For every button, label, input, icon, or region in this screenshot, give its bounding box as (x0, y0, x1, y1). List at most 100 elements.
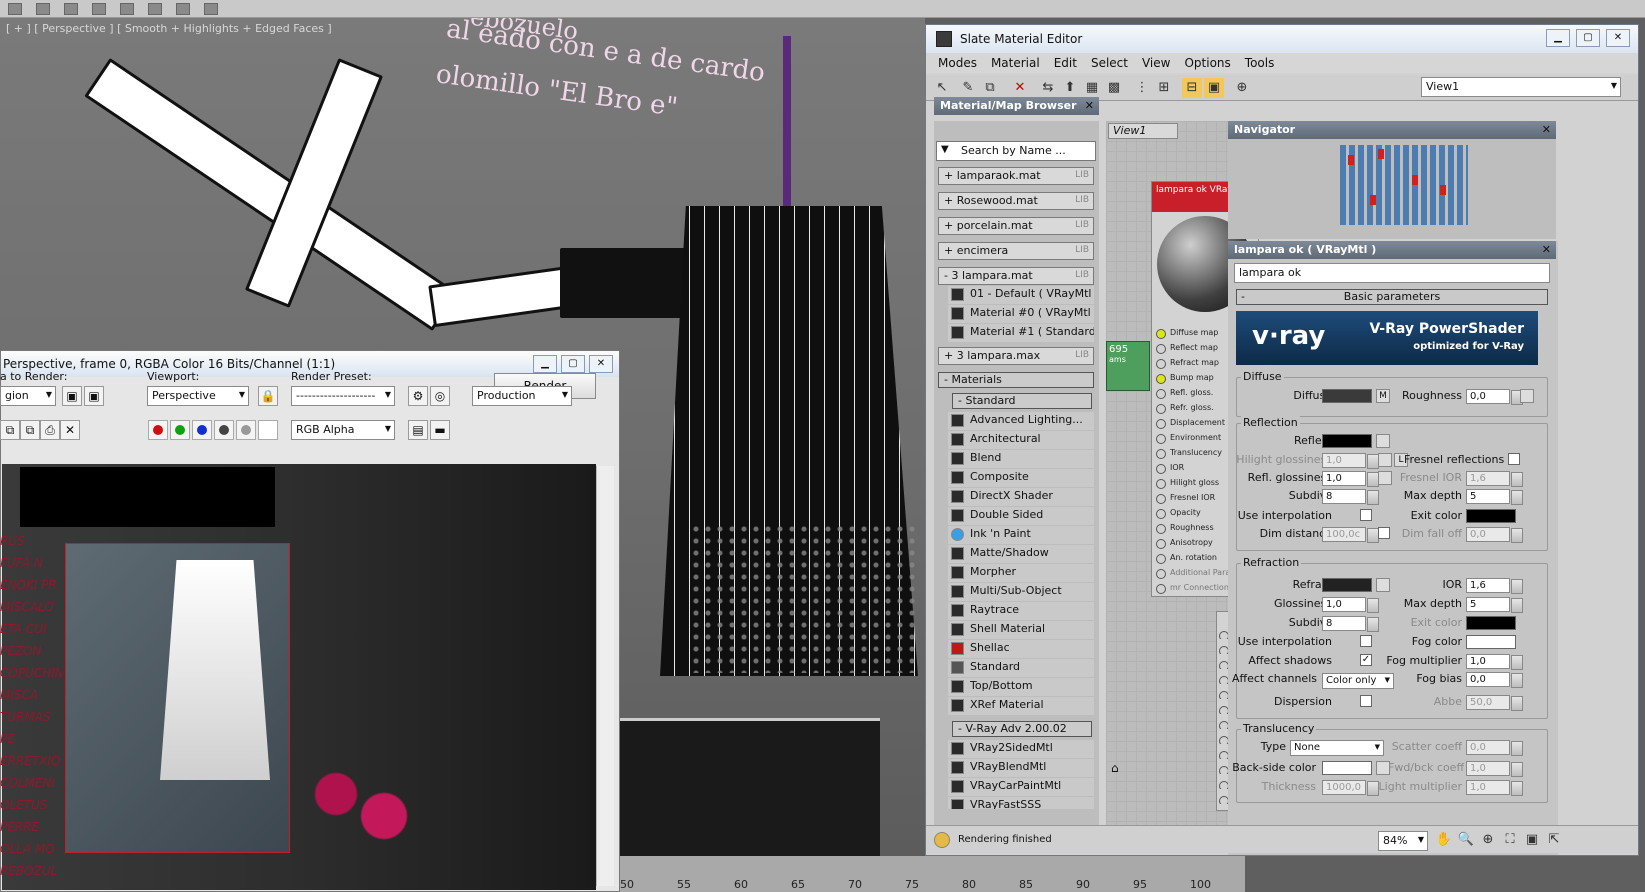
node-slot[interactable]: Translucency (1156, 448, 1222, 459)
node-slot[interactable]: Environment (1156, 433, 1221, 444)
reflect-color-swatch[interactable] (1322, 434, 1372, 448)
environment-icon[interactable]: ◎ (430, 386, 450, 406)
lib-item[interactable]: + lamparaok.mat LIB (938, 167, 1094, 185)
fwd-bck-spinner[interactable]: 1,0 (1466, 761, 1523, 777)
tool-icon[interactable] (176, 2, 190, 15)
hilight-map-button[interactable] (1378, 453, 1392, 467)
standard-material-item[interactable]: Morpher (948, 564, 1094, 582)
menu-item-options[interactable]: Options (1184, 56, 1230, 70)
standard-material-item[interactable]: Shell Material (948, 621, 1094, 639)
materials-section[interactable]: - Materials (938, 372, 1094, 388)
node-slot[interactable]: Refr. gloss. (1156, 403, 1214, 414)
save-image-icon[interactable]: ⧉ (0, 420, 20, 440)
minimize-button[interactable]: ▁ (533, 355, 557, 373)
crop-icon[interactable]: ▣ (84, 386, 104, 406)
tool-icon[interactable] (8, 2, 22, 15)
affect-shadows-checkbox[interactable]: ✓ (1360, 654, 1372, 666)
vray-section[interactable]: - V-Ray Adv 2.00.02 (952, 721, 1092, 737)
alpha-channel-toggle[interactable] (214, 420, 234, 440)
refl-gloss-spinner[interactable]: 1,0 (1322, 471, 1379, 487)
clone-icon[interactable]: ⧉ (20, 420, 40, 440)
node-slot[interactable]: Refl. gloss. (1156, 388, 1213, 399)
hilight-gloss-spinner[interactable]: 1,0 (1322, 453, 1379, 469)
node-icon[interactable]: ⌂ (1111, 761, 1119, 775)
node-slot[interactable]: Bump map (1156, 373, 1214, 384)
select-arrow-icon[interactable]: ↖ (932, 78, 952, 98)
backside-color-swatch[interactable] (1322, 761, 1372, 775)
lib-item[interactable]: - 3 lampara.mat LIB (938, 267, 1094, 285)
fresnel-checkbox[interactable] (1508, 453, 1520, 465)
select-by-mtl-icon[interactable]: ⊕ (1232, 78, 1252, 98)
refl-exit-color-swatch[interactable] (1466, 509, 1516, 523)
close-icon[interactable]: ✕ (1085, 99, 1094, 112)
tool-icon[interactable] (204, 2, 218, 15)
refract-map-button[interactable] (1376, 578, 1390, 592)
lib-item[interactable]: + porcelain.mat LIB (938, 217, 1094, 235)
standard-material-item[interactable]: Matte/Shadow (948, 545, 1094, 563)
navigator-header[interactable]: Navigator ✕ (1228, 121, 1556, 139)
vray-material-item[interactable]: VRay2SidedMtl (948, 740, 1094, 758)
standard-material-item[interactable]: Double Sided (948, 507, 1094, 525)
roughness-spinner[interactable]: 0,0 (1466, 389, 1523, 405)
browser-header[interactable]: Material/Map Browser ✕ (934, 97, 1099, 115)
view-select[interactable]: View1 (1421, 77, 1621, 97)
standard-section[interactable]: - Standard (952, 393, 1092, 409)
vray-material-item[interactable]: VRayCarPaintMtl (948, 778, 1094, 796)
blue-channel-toggle[interactable] (192, 420, 212, 440)
ior-spinner[interactable]: 1,6 (1466, 578, 1523, 594)
basic-parameters-rollout[interactable]: - Basic parameters (1236, 289, 1548, 305)
vray-material-item[interactable]: VRayBlendMtl (948, 759, 1094, 777)
display-icon[interactable]: ▬ (430, 420, 450, 440)
vray-material-item[interactable]: VRayFastSSS (948, 797, 1094, 809)
node-slot[interactable]: Reflect map (1156, 343, 1218, 354)
standard-material-item[interactable]: DirectX Shader (948, 488, 1094, 506)
standard-material-item[interactable]: Advanced Lighting... (948, 412, 1094, 430)
mono-toggle[interactable] (236, 420, 256, 440)
standard-material-item[interactable]: Shellac (948, 640, 1094, 658)
print-icon[interactable]: ⎙ (40, 420, 60, 440)
lamp-material-item[interactable]: Material #1 ( Standard ) (948, 324, 1094, 342)
refl-interp-checkbox[interactable] (1360, 509, 1372, 521)
navigator-minimap[interactable] (1340, 145, 1468, 225)
lamp-material-item[interactable]: 01 - Default ( VRayMtl ) (948, 286, 1094, 304)
node-slot[interactable]: Displacement (1156, 418, 1225, 429)
refl-max-depth-spinner[interactable]: 5 (1466, 489, 1523, 505)
lock-icon[interactable]: 🔒 (258, 386, 278, 406)
mtl-browser-icon[interactable]: ⊟ (1182, 78, 1202, 98)
display-icon[interactable]: ▤ (408, 420, 428, 440)
standard-material-item[interactable]: Standard (948, 659, 1094, 677)
assign-icon[interactable]: ⬆ (1060, 78, 1080, 98)
close-icon[interactable]: ✕ (1542, 123, 1551, 136)
node-slot[interactable]: Refract map (1156, 358, 1219, 369)
lib-item[interactable]: + 3 lampara.max LIB (938, 347, 1094, 365)
fog-bias-spinner[interactable]: 0,0 (1466, 672, 1523, 688)
standard-material-item[interactable]: Top/Bottom (948, 678, 1094, 696)
reflect-map-button[interactable] (1376, 434, 1390, 448)
node-slot[interactable]: Diffuse map (1156, 328, 1218, 339)
render-preset-select[interactable]: -------------------- (291, 386, 395, 406)
fog-color-swatch[interactable] (1466, 635, 1516, 649)
menu-item-tools[interactable]: Tools (1245, 56, 1275, 70)
standard-material-item[interactable]: Composite (948, 469, 1094, 487)
refl-subdivs-spinner[interactable]: 8 (1322, 489, 1379, 505)
lamp-material-item[interactable]: Material #0 ( VRayMtl ) (948, 305, 1094, 323)
delete-icon[interactable]: ✕ (1010, 78, 1030, 98)
scatter-coeff-spinner[interactable]: 0,0 (1466, 740, 1523, 756)
zoom-select[interactable]: 84% (1378, 831, 1428, 851)
menu-item-modes[interactable]: Modes (938, 56, 977, 70)
area-to-render-select[interactable]: gion (0, 386, 56, 406)
roughness-map-button[interactable] (1520, 389, 1534, 403)
thickness-spinner[interactable]: 1000,0 (1322, 780, 1379, 796)
refr-exit-color-swatch[interactable] (1466, 616, 1516, 630)
node-slot[interactable]: Anisotropy (1156, 538, 1213, 549)
slate-titlebar[interactable]: Slate Material Editor (926, 25, 1638, 53)
dispersion-checkbox[interactable] (1360, 695, 1372, 707)
param-editor-icon[interactable]: ▣ (1204, 78, 1224, 98)
node-slot[interactable]: Fresnel IOR (1156, 493, 1215, 504)
zoom-icon[interactable]: 🔍 (1456, 830, 1476, 850)
region-icon[interactable]: ▣ (62, 386, 82, 406)
node-slot[interactable]: IOR (1156, 463, 1184, 474)
lib-item[interactable]: + encimera LIB (938, 242, 1094, 260)
search-input[interactable]: Search by Name ... (936, 141, 1096, 161)
render-scrollbar[interactable] (596, 466, 614, 886)
